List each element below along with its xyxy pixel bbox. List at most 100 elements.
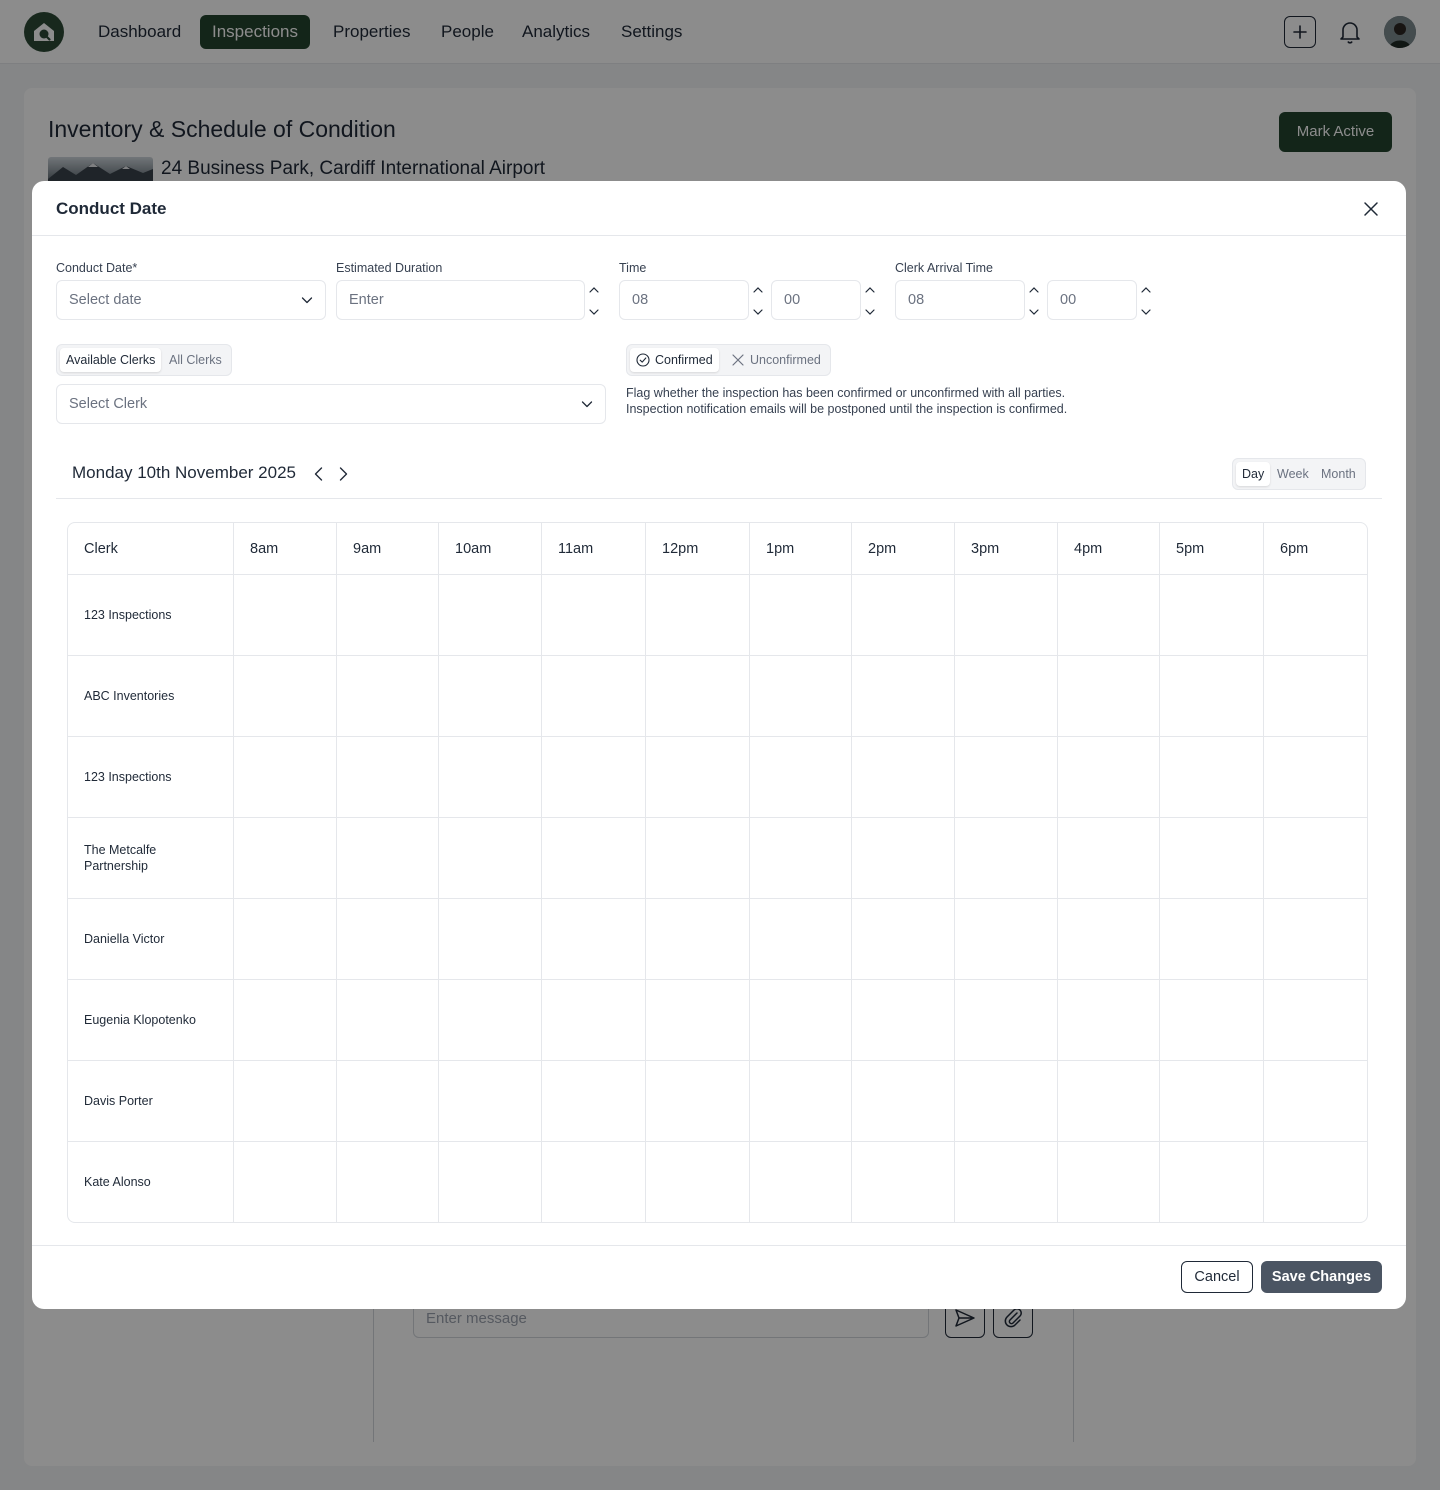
time-slot-cell[interactable] (646, 575, 750, 656)
time-slot-cell[interactable] (852, 980, 955, 1061)
time-slot-cell[interactable] (852, 575, 955, 656)
time-slot-cell[interactable] (234, 980, 337, 1061)
time-hours-stepper[interactable] (752, 282, 764, 318)
time-slot-cell[interactable] (234, 737, 337, 818)
chevron-down-icon[interactable] (752, 306, 764, 318)
time-slot-cell[interactable] (337, 575, 439, 656)
time-slot-cell[interactable] (439, 575, 542, 656)
chevron-up-icon[interactable] (864, 284, 876, 296)
time-slot-cell[interactable] (646, 737, 750, 818)
time-slot-cell[interactable] (234, 1061, 337, 1142)
time-slot-cell[interactable] (646, 818, 750, 899)
tab-all-clerks[interactable]: All Clerks (163, 348, 228, 372)
estimated-duration-input[interactable]: Enter (336, 280, 585, 320)
chevron-up-icon[interactable] (1028, 284, 1040, 296)
time-slot-cell[interactable] (542, 980, 646, 1061)
time-slot-cell[interactable] (337, 1061, 439, 1142)
time-slot-cell[interactable] (1058, 737, 1160, 818)
time-slot-cell[interactable] (234, 656, 337, 737)
view-month[interactable]: Month (1315, 462, 1362, 486)
time-slot-cell[interactable] (337, 899, 439, 980)
time-slot-cell[interactable] (1160, 899, 1264, 980)
view-week[interactable]: Week (1271, 462, 1315, 486)
time-slot-cell[interactable] (646, 980, 750, 1061)
time-slot-cell[interactable] (1264, 737, 1367, 818)
time-slot-cell[interactable] (439, 899, 542, 980)
time-slot-cell[interactable] (337, 1142, 439, 1222)
time-slot-cell[interactable] (234, 818, 337, 899)
chevron-right-icon[interactable] (335, 466, 351, 482)
time-slot-cell[interactable] (542, 1142, 646, 1222)
time-slot-cell[interactable] (1058, 1061, 1160, 1142)
time-slot-cell[interactable] (1264, 980, 1367, 1061)
unconfirmed-option[interactable]: Unconfirmed (725, 348, 827, 372)
time-slot-cell[interactable] (955, 737, 1058, 818)
time-slot-cell[interactable] (1264, 656, 1367, 737)
time-slot-cell[interactable] (1058, 656, 1160, 737)
time-slot-cell[interactable] (439, 737, 542, 818)
tab-available-clerks[interactable]: Available Clerks (60, 348, 162, 372)
confirmed-option[interactable]: Confirmed (630, 348, 719, 372)
arrival-hours-stepper[interactable] (1028, 282, 1040, 318)
time-slot-cell[interactable] (646, 1061, 750, 1142)
time-slot-cell[interactable] (750, 575, 852, 656)
time-slot-cell[interactable] (955, 656, 1058, 737)
time-slot-cell[interactable] (439, 656, 542, 737)
cancel-button[interactable]: Cancel (1181, 1261, 1253, 1293)
time-slot-cell[interactable] (750, 980, 852, 1061)
time-slot-cell[interactable] (955, 1061, 1058, 1142)
time-slot-cell[interactable] (1264, 818, 1367, 899)
chevron-down-icon[interactable] (1140, 306, 1152, 318)
time-slot-cell[interactable] (1058, 818, 1160, 899)
time-slot-cell[interactable] (542, 737, 646, 818)
time-slot-cell[interactable] (852, 737, 955, 818)
time-slot-cell[interactable] (750, 899, 852, 980)
time-slot-cell[interactable] (750, 818, 852, 899)
time-slot-cell[interactable] (1160, 818, 1264, 899)
time-slot-cell[interactable] (337, 980, 439, 1061)
time-slot-cell[interactable] (646, 1142, 750, 1222)
time-slot-cell[interactable] (1058, 575, 1160, 656)
time-slot-cell[interactable] (542, 818, 646, 899)
time-slot-cell[interactable] (955, 1142, 1058, 1222)
chevron-up-icon[interactable] (1140, 284, 1152, 296)
time-slot-cell[interactable] (852, 656, 955, 737)
chevron-down-icon[interactable] (864, 306, 876, 318)
time-slot-cell[interactable] (542, 575, 646, 656)
time-slot-cell[interactable] (1160, 980, 1264, 1061)
time-slot-cell[interactable] (955, 899, 1058, 980)
view-day[interactable]: Day (1236, 462, 1271, 486)
time-slot-cell[interactable] (234, 1142, 337, 1222)
chevron-up-icon[interactable] (588, 284, 600, 296)
time-slot-cell[interactable] (439, 980, 542, 1061)
chevron-down-icon[interactable] (1028, 306, 1040, 318)
time-slot-cell[interactable] (1058, 1142, 1160, 1222)
time-slot-cell[interactable] (1264, 575, 1367, 656)
time-slot-cell[interactable] (1264, 1061, 1367, 1142)
time-slot-cell[interactable] (1160, 1061, 1264, 1142)
time-slot-cell[interactable] (439, 1142, 542, 1222)
time-slot-cell[interactable] (337, 656, 439, 737)
time-slot-cell[interactable] (852, 899, 955, 980)
time-minutes-stepper[interactable] (864, 282, 876, 318)
chevron-down-icon[interactable] (588, 306, 600, 318)
time-slot-cell[interactable] (234, 899, 337, 980)
arrival-hours-input[interactable]: 08 (895, 280, 1025, 320)
chevron-up-icon[interactable] (752, 284, 764, 296)
time-slot-cell[interactable] (955, 818, 1058, 899)
time-slot-cell[interactable] (439, 1061, 542, 1142)
time-slot-cell[interactable] (1058, 980, 1160, 1061)
time-slot-cell[interactable] (1160, 656, 1264, 737)
time-slot-cell[interactable] (646, 656, 750, 737)
time-minutes-input[interactable]: 00 (771, 280, 861, 320)
time-slot-cell[interactable] (1264, 1142, 1367, 1222)
time-slot-cell[interactable] (646, 899, 750, 980)
save-changes-button[interactable]: Save Changes (1261, 1261, 1382, 1293)
close-icon[interactable] (1362, 200, 1380, 218)
time-slot-cell[interactable] (750, 1142, 852, 1222)
time-slot-cell[interactable] (542, 656, 646, 737)
time-slot-cell[interactable] (439, 818, 542, 899)
time-slot-cell[interactable] (337, 737, 439, 818)
time-slot-cell[interactable] (1160, 1142, 1264, 1222)
time-slot-cell[interactable] (750, 1061, 852, 1142)
